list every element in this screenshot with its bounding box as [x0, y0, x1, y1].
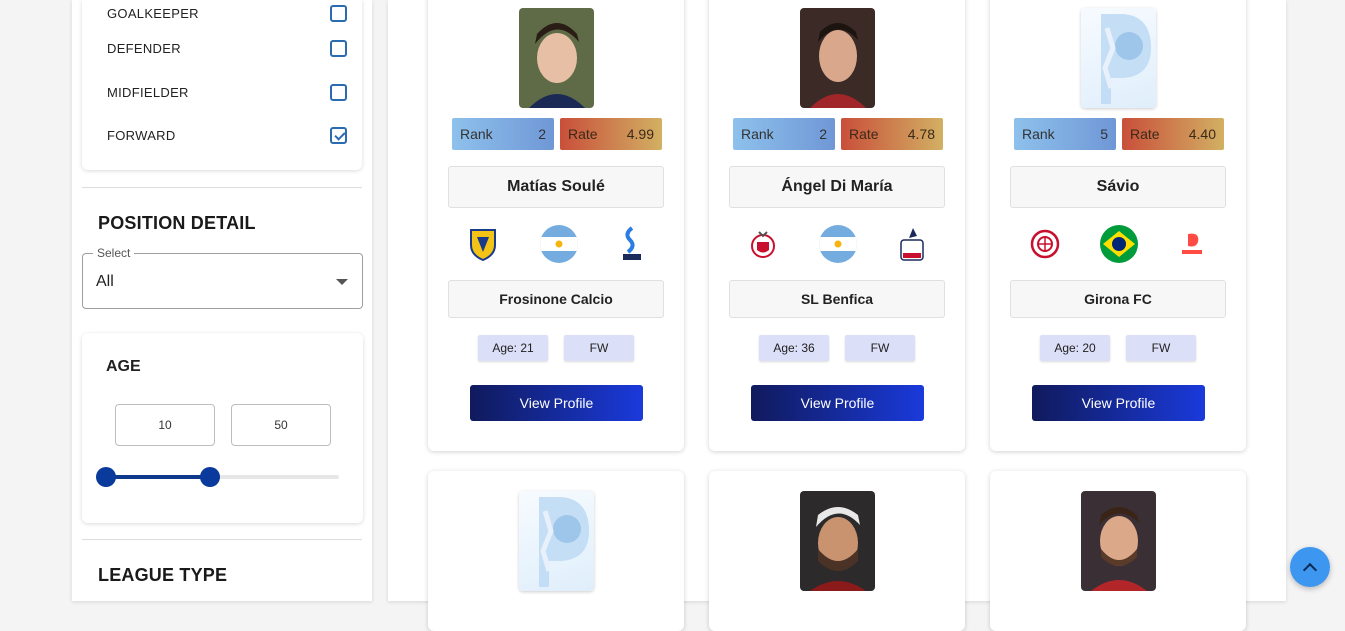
age-slider-fill	[106, 475, 210, 479]
position-label: MIDFIELDER	[107, 84, 189, 100]
view-profile-button[interactable]: View Profile	[470, 385, 643, 421]
checkbox-checked-icon[interactable]	[330, 126, 347, 144]
rate-value: 4.78	[907, 126, 935, 142]
rate-value: 4.40	[1188, 126, 1216, 142]
rate-badge: Rate 4.78	[841, 118, 943, 150]
age-max-input[interactable]: 50	[231, 404, 331, 446]
rate-badge: Rate 4.40	[1122, 118, 1224, 150]
divider	[82, 539, 362, 540]
player-name: Sávio	[1010, 166, 1226, 208]
player-logos	[729, 222, 945, 266]
rank-label: Rank	[1022, 126, 1055, 142]
position-label: DEFENDER	[107, 40, 181, 56]
age-slider-max-handle[interactable]	[200, 467, 220, 487]
position-label: FORWARD	[107, 127, 176, 143]
player-photo	[800, 8, 875, 108]
rank-badge: Rank 2	[733, 118, 835, 150]
rate-label: Rate	[1130, 126, 1160, 142]
rank-value: 2	[538, 126, 546, 142]
position-option-defender[interactable]: DEFENDER	[107, 37, 347, 59]
player-card: Rank 5 Rate 4.40 Sávio Girona FC Age: 20…	[990, 0, 1246, 451]
rank-label: Rank	[741, 126, 774, 142]
player-logos	[448, 222, 664, 266]
player-name: Matías Soulé	[448, 166, 664, 208]
player-logos	[1010, 222, 1226, 266]
rate-value: 4.99	[626, 126, 654, 142]
rate-label: Rate	[568, 126, 598, 142]
player-club: Girona FC	[1010, 280, 1226, 318]
chevron-up-icon	[1302, 562, 1318, 577]
position-chip: FW	[564, 335, 634, 361]
player-club: Frosinone Calcio	[448, 280, 664, 318]
age-chip: Age: 21	[478, 335, 548, 361]
divider	[82, 187, 362, 188]
filter-sidebar: GOALKEEPER DEFENDER MIDFIELDER FORWARD P…	[72, 0, 372, 601]
age-filter-box: AGE 10 50	[82, 333, 363, 523]
position-detail-title: POSITION DETAIL	[98, 213, 256, 233]
club-crest-icon	[1030, 229, 1059, 259]
players-grid: Rank 2 Rate 4.99 Matías Soulé Frosinone …	[388, 0, 1286, 631]
age-min-input[interactable]: 10	[115, 404, 215, 446]
rank-badge: Rank 2	[452, 118, 554, 150]
laliga-logo-icon	[1182, 233, 1203, 254]
player-photo	[1081, 491, 1156, 591]
position-chip: FW	[1126, 335, 1196, 361]
rank-value: 2	[819, 126, 827, 142]
player-card	[990, 471, 1246, 631]
rank-value: 5	[1100, 126, 1108, 142]
position-filter-box: GOALKEEPER DEFENDER MIDFIELDER FORWARD	[82, 0, 362, 170]
brazil-flag-icon	[1099, 225, 1138, 263]
player-card	[709, 471, 965, 631]
player-club: SL Benfica	[729, 280, 945, 318]
argentina-flag-icon	[539, 225, 578, 263]
position-option-forward[interactable]: FORWARD	[107, 124, 347, 146]
player-card: Rank 2 Rate 4.99 Matías Soulé Frosinone …	[428, 0, 684, 451]
rate-badge: Rate 4.99	[560, 118, 662, 150]
player-photo	[800, 491, 875, 591]
player-card: Rank 2 Rate 4.78 Ángel Di María SL Benfi…	[709, 0, 965, 451]
age-slider-track[interactable]	[96, 467, 339, 487]
view-profile-button[interactable]: View Profile	[1032, 385, 1205, 421]
placeholder-photo	[519, 491, 594, 591]
select-label: Select	[93, 246, 135, 260]
league-type-title: LEAGUE TYPE	[98, 565, 228, 585]
age-chip: Age: 20	[1040, 335, 1110, 361]
liga-portugal-logo-icon	[899, 228, 924, 261]
player-photo	[519, 8, 594, 108]
dropdown-arrow-icon	[336, 279, 348, 285]
age-slider-min-handle[interactable]	[96, 467, 116, 487]
position-detail-select[interactable]: Select All	[82, 246, 363, 309]
rank-label: Rank	[460, 126, 493, 142]
club-crest-icon	[751, 231, 776, 258]
scroll-to-top-button[interactable]	[1290, 547, 1330, 587]
select-value: All	[96, 273, 114, 290]
player-name: Ángel Di María	[729, 166, 945, 208]
position-option-midfielder[interactable]: MIDFIELDER	[107, 81, 347, 103]
serie-a-logo-icon	[622, 226, 641, 260]
placeholder-photo	[1081, 8, 1156, 108]
club-crest-icon	[470, 229, 497, 261]
checkbox-icon[interactable]	[330, 39, 347, 57]
rank-badge: Rank 5	[1014, 118, 1116, 150]
position-chip: FW	[845, 335, 915, 361]
view-profile-button[interactable]: View Profile	[751, 385, 924, 421]
rate-label: Rate	[849, 126, 879, 142]
checkbox-icon[interactable]	[330, 4, 347, 22]
age-chip: Age: 36	[759, 335, 829, 361]
argentina-flag-icon	[818, 225, 857, 263]
position-option-goalkeeper[interactable]: GOALKEEPER	[107, 2, 347, 24]
age-title: AGE	[106, 358, 141, 375]
checkbox-icon[interactable]	[330, 83, 347, 101]
position-label: GOALKEEPER	[107, 5, 199, 21]
player-card	[428, 471, 684, 631]
